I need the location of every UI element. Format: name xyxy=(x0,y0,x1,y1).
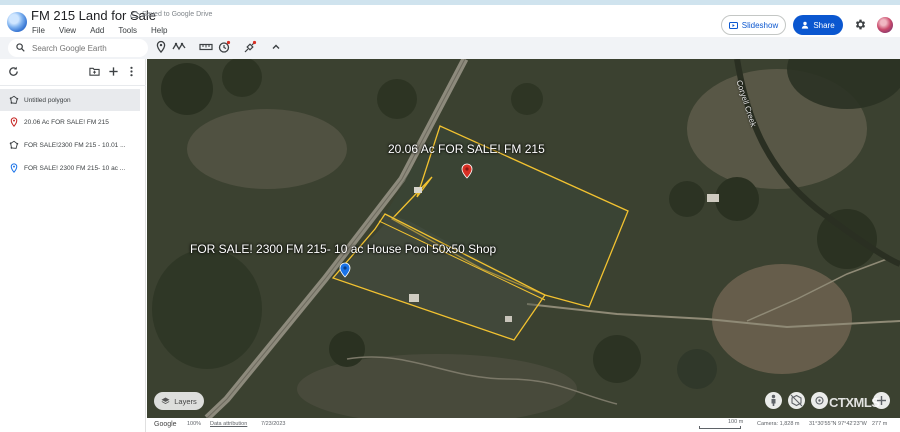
sidebar-item-20-06-ac[interactable]: 20.06 Ac FOR SALE! FM 215 xyxy=(0,111,140,133)
plus-icon xyxy=(877,396,886,405)
map-view[interactable]: 20.06 Ac FOR SALE! FM 215 FOR SALE! 2300… xyxy=(147,59,900,418)
measure-ruler-icon[interactable] xyxy=(199,40,213,54)
menu-file[interactable]: File xyxy=(32,26,45,35)
cloud-saved-icon xyxy=(130,11,140,18)
sidebar-item-untitled-polygon[interactable]: Untitled polygon xyxy=(0,89,140,111)
share-button[interactable]: Share xyxy=(793,15,843,35)
refresh-icon[interactable] xyxy=(8,66,19,77)
slideshow-label: Slideshow xyxy=(741,20,779,30)
map-footer: Google 100% Data attribution 7/23/2023 1… xyxy=(147,418,900,432)
search-box[interactable] xyxy=(8,39,148,57)
parcel-b-label[interactable]: FOR SALE! 2300 FM 215- 10 ac House Pool … xyxy=(190,242,496,256)
account-avatar[interactable] xyxy=(877,17,893,33)
menu-bar: File View Add Tools Help xyxy=(32,26,181,35)
google-earth-logo-icon[interactable] xyxy=(7,12,27,32)
menu-tools[interactable]: Tools xyxy=(118,26,137,35)
add-icon[interactable] xyxy=(108,66,119,77)
gear-icon[interactable] xyxy=(854,18,867,31)
historical-imagery-icon[interactable] xyxy=(217,40,231,54)
zoom-level: 100% xyxy=(187,421,202,427)
satellite-imagery xyxy=(147,59,900,418)
draw-path-icon[interactable] xyxy=(172,40,186,54)
sidebar-item-label: 20.06 Ac FOR SALE! FM 215 xyxy=(24,118,109,126)
camera-altitude: Camera: 1,828 m xyxy=(757,421,800,427)
toggle-3d-button[interactable] xyxy=(788,392,805,409)
street-view-button[interactable] xyxy=(765,392,782,409)
search-icon xyxy=(16,43,25,52)
share-person-icon xyxy=(802,21,809,29)
search-input[interactable] xyxy=(32,42,142,54)
saved-status: Saved to Google Drive xyxy=(142,11,213,18)
polygon-icon xyxy=(9,140,19,149)
menu-help[interactable]: Help xyxy=(151,26,167,35)
my-location-icon xyxy=(815,396,824,405)
layers-label: Layers xyxy=(174,396,197,406)
sidebar-item-2300-fm-215-placemark[interactable]: FOR SALE! 2300 FM 215- 10 ac ... xyxy=(0,157,140,179)
projects-sidebar: Untitled polygon 20.06 Ac FOR SALE! FM 2… xyxy=(0,59,146,432)
chevron-up-icon[interactable] xyxy=(269,40,283,54)
polygon-icon xyxy=(9,95,19,104)
ctxmls-watermark: CTXMLS xyxy=(829,395,880,410)
more-vert-icon[interactable] xyxy=(126,66,137,77)
sidebar-divider xyxy=(0,85,146,86)
sidebar-item-label: Untitled polygon xyxy=(24,96,71,104)
share-label: Share xyxy=(813,20,835,30)
sidebar-item-label: FOR SALE! 2300 FM 215- 10 ac ... xyxy=(24,164,126,172)
sidebar-toolbar xyxy=(0,59,146,85)
google-logo: Google xyxy=(154,421,177,428)
layers-icon xyxy=(161,397,170,404)
menu-add[interactable]: Add xyxy=(90,26,104,35)
scale-label: 100 m xyxy=(728,419,744,425)
map-toolbar xyxy=(0,37,900,59)
imagery-date: 7/23/2023 xyxy=(261,421,286,427)
sidebar-item-2300-fm-215-polygon[interactable]: FOR SALE!2300 FM 215 - 10.01 ... xyxy=(0,134,140,156)
coordinates: 31°30'55"N 97°42'23"W xyxy=(809,421,867,427)
new-folder-icon[interactable] xyxy=(89,66,100,77)
satellite-icon[interactable] xyxy=(243,40,257,54)
scale-bar xyxy=(699,426,741,429)
zoom-in-button[interactable] xyxy=(873,392,890,409)
recenter-button[interactable] xyxy=(811,392,828,409)
menu-view[interactable]: View xyxy=(59,26,76,35)
add-placemark-icon[interactable] xyxy=(154,40,168,54)
toggle-3d-off-icon xyxy=(790,394,803,407)
elevation: 277 m xyxy=(872,421,888,427)
slideshow-button[interactable]: Slideshow xyxy=(721,15,786,35)
sidebar-item-label: FOR SALE!2300 FM 215 - 10.01 ... xyxy=(24,141,126,149)
placemark-icon xyxy=(10,163,18,173)
layers-button[interactable]: Layers xyxy=(154,392,204,410)
placemark-icon xyxy=(10,117,18,127)
parcel-a-label[interactable]: 20.06 Ac FOR SALE! FM 215 xyxy=(388,142,545,156)
data-attribution-link[interactable]: Data attribution xyxy=(210,421,247,427)
app-header: FM 215 Land for Sale Saved to Google Dri… xyxy=(0,5,900,37)
pegman-icon xyxy=(771,394,776,406)
slideshow-icon xyxy=(728,21,738,29)
